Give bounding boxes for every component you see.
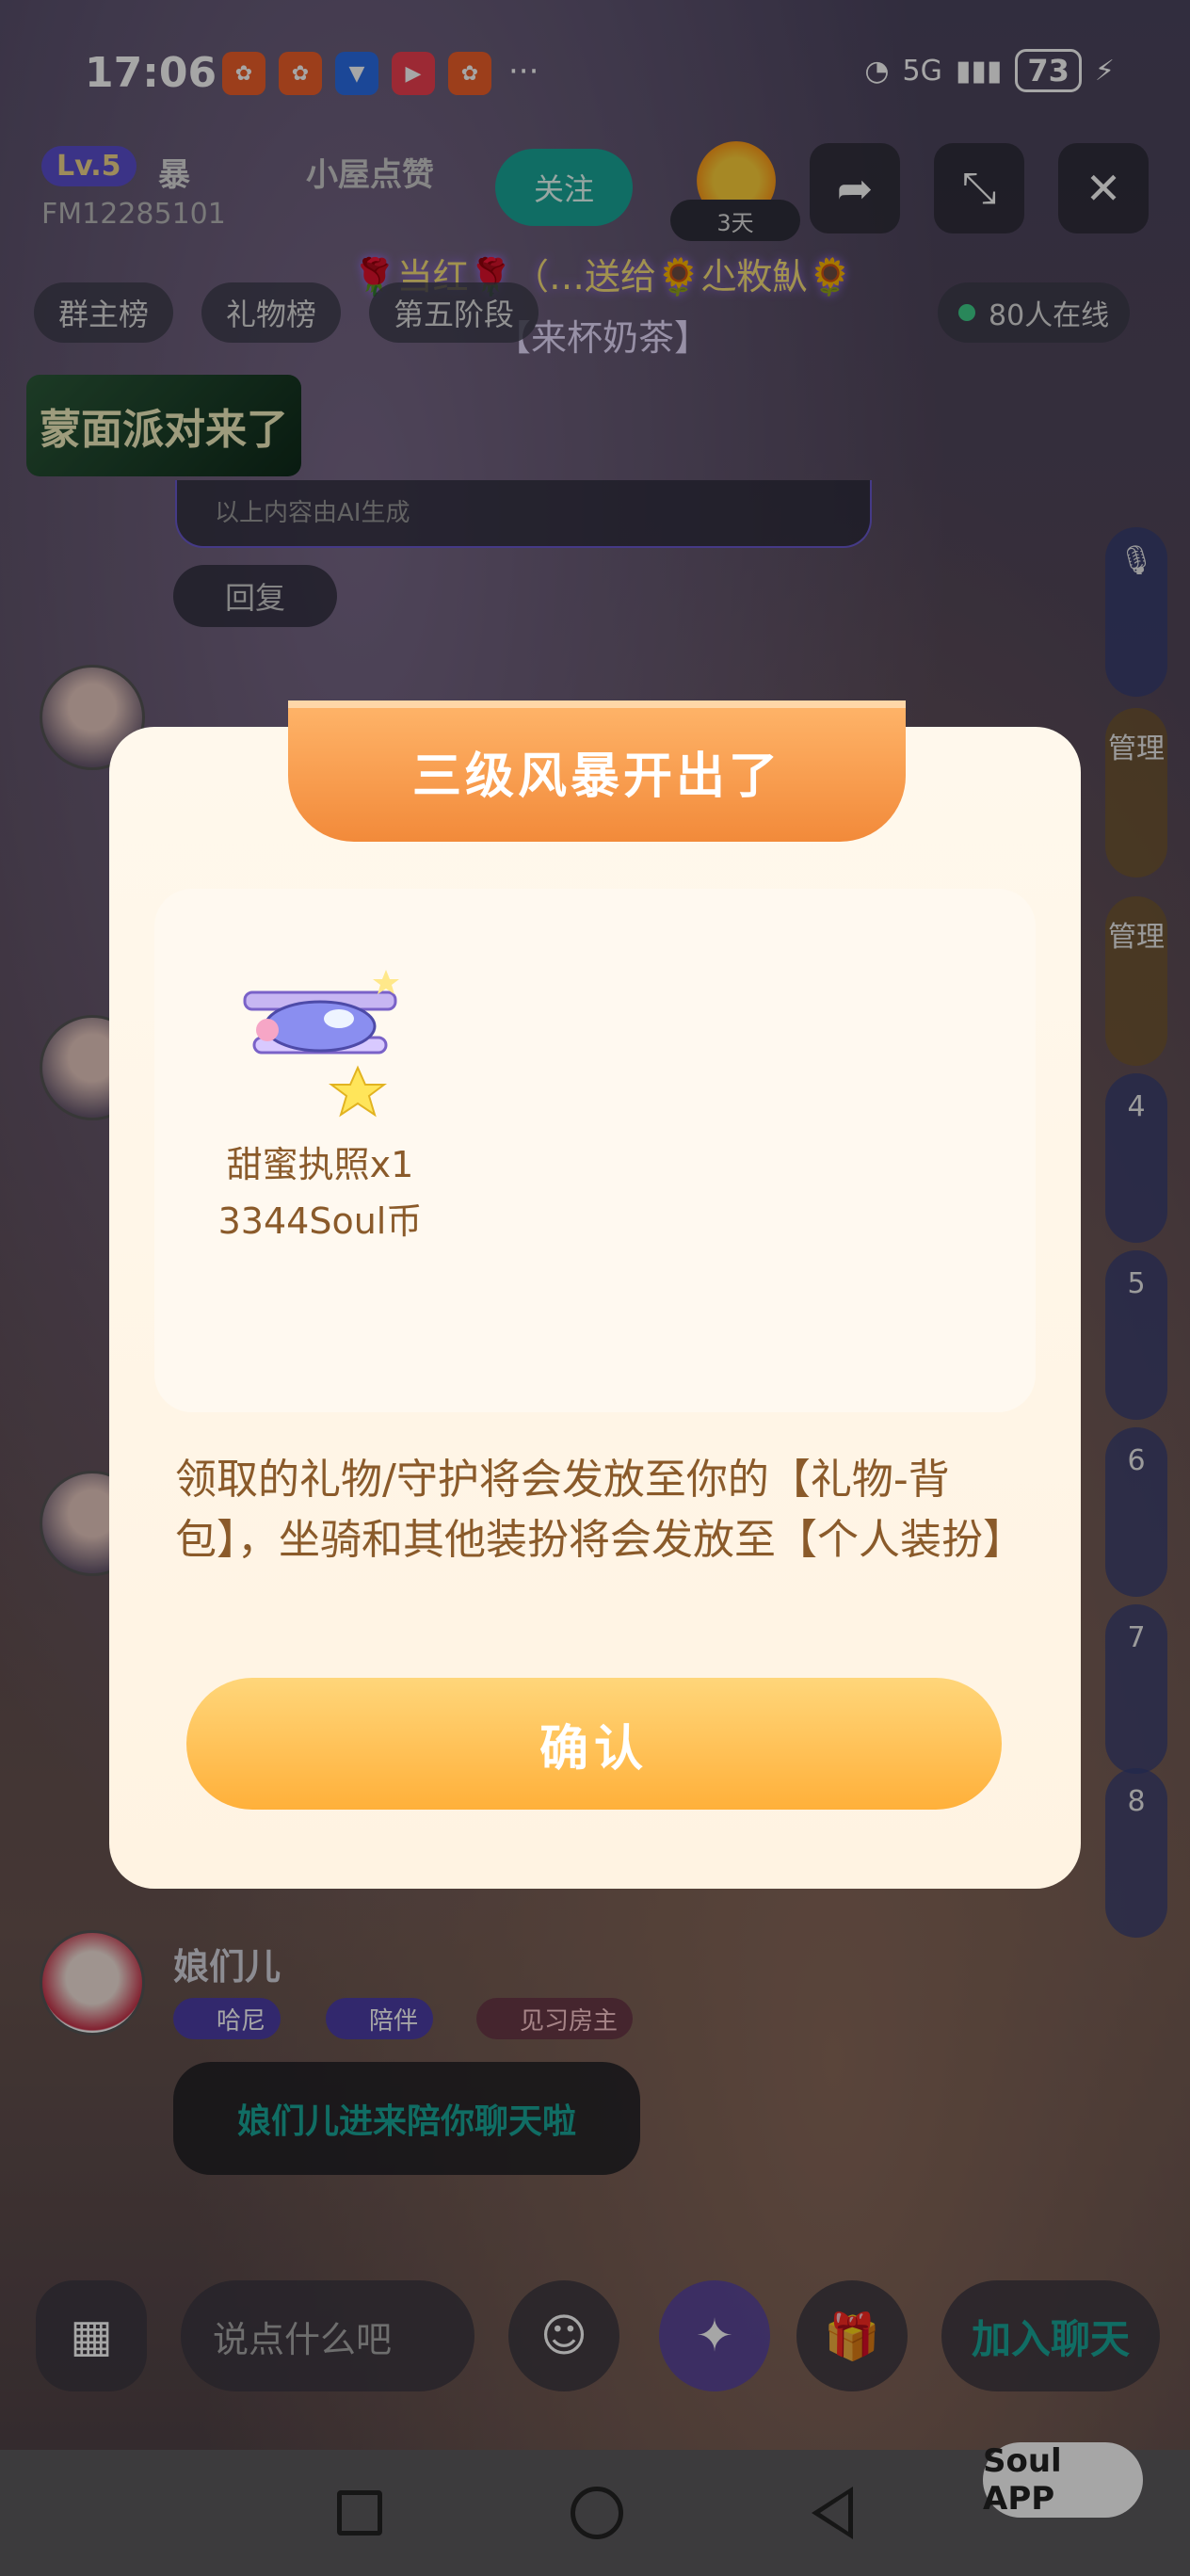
modal-description: 领取的礼物/守护将会发放至你的【礼物-背包】，坐骑和其他装扮将会发放至【个人装扮… [175,1456,1024,1564]
gift-name: 甜蜜执照x1 [226,1144,414,1185]
confirm-button[interactable]: 确认 [186,1678,1002,1810]
modal-title-tab: 三级风暴开出了 [288,700,906,842]
airplane-gift-icon [243,970,399,1118]
gift-box: 甜蜜执照x1 3344Soul币 [154,889,1036,1412]
gift-price: 3344Soul币 [217,1200,423,1242]
storm-reward-modal: 三级风暴开出了 甜蜜执照x1 3344Soul币 领取的礼物/守护将会发放至你的… [109,700,1081,1889]
modal-title: 三级风暴开出了 [411,748,781,805]
